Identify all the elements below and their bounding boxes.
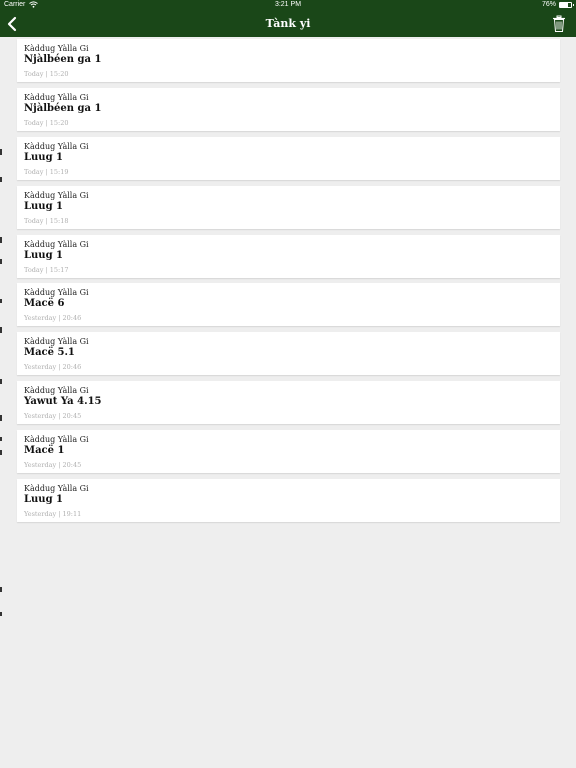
list-item[interactable]: Kàddug Yàlla Gi Macë 1 Yesterday | 20:45	[17, 430, 560, 474]
list-item[interactable]: Kàddug Yàlla Gi Luug 1 Yesterday | 19:11	[17, 479, 560, 523]
timestamp-day: Yesterday	[24, 510, 57, 519]
list-item-source: Kàddug Yàlla Gi	[24, 435, 89, 445]
list-item-reference: Macë 6	[24, 298, 65, 310]
timestamp-day: Yesterday	[24, 314, 57, 323]
list-item-reference: Luug 1	[24, 151, 64, 163]
timestamp-time: 20:46	[62, 314, 82, 323]
timestamp-time: 19:11	[62, 510, 82, 519]
timestamp-time: 15:20	[49, 70, 69, 78]
battery-percent: 76%	[541, 1, 556, 8]
list-item-timestamp: Yesterday | 20:45	[24, 412, 81, 420]
timestamp-time: 15:19	[49, 167, 69, 176]
list-item-source: Kàddug Yàlla Gi	[24, 92, 89, 102]
timestamp-day: Today	[24, 118, 44, 127]
list-item-source: Kàddug Yàlla Gi	[24, 288, 89, 298]
timestamp-day: Today	[24, 70, 44, 78]
list-item-reference: Njàlbéen ga 1	[24, 102, 102, 114]
list-item[interactable]: Kàddug Yàlla Gi Njàlbéen ga 1 Today | 15:2…	[17, 87, 560, 131]
list-item-reference: Njàlbéen ga 1	[24, 54, 102, 65]
list-item[interactable]: Kàddug Yàlla Gi Luug 1 Today | 15:18	[17, 185, 560, 229]
list-item[interactable]: Kàddug Yàlla Gi Macë 5.1 Yesterday | 20:46	[17, 332, 560, 376]
list-item[interactable]: Kàddug Yàlla Gi Macë 6 Yesterday | 20:46	[17, 283, 560, 327]
list-item-reference: Luug 1	[24, 249, 64, 261]
list-item-timestamp: Yesterday | 20:46	[24, 363, 81, 371]
nav-bar: Tànk yi	[0, 11, 576, 37]
timestamp-day: Today	[24, 167, 44, 176]
timestamp-day: Yesterday	[24, 412, 57, 421]
list-item-reference: Luug 1	[24, 494, 64, 506]
list-item-timestamp: Today | 15:19	[24, 168, 69, 176]
list-item-source: Kàddug Yàlla Gi	[24, 386, 89, 396]
list-item-timestamp: Today | 15:20	[24, 119, 69, 127]
timestamp-day: Today	[24, 216, 44, 225]
trash-icon[interactable]	[552, 15, 566, 33]
list-item-source: Kàddug Yàlla Gi	[24, 141, 89, 151]
list-item[interactable]: Kàddug Yàlla Gi Yawut Ya 4.15 Yesterday | …	[17, 381, 560, 425]
battery-nub	[573, 4, 574, 6]
timestamp-time: 15:17	[49, 265, 69, 274]
list-item-source: Kàddug Yàlla Gi	[24, 190, 89, 200]
list-item-timestamp: Yesterday | 20:45	[24, 461, 81, 469]
bookmark-list: Kàddug Yàlla Gi Njàlbéen ga 1 Today | 15:2…	[17, 39, 560, 528]
timestamp-time: 20:46	[62, 363, 82, 372]
status-bar: Carrier 3:21 PM 76%	[0, 0, 576, 11]
list-item-source: Kàddug Yàlla Gi	[24, 239, 89, 249]
timestamp-time: 15:18	[49, 216, 69, 225]
list-item-reference: Luug 1	[24, 200, 64, 212]
list-item-reference: Macë 1	[24, 445, 65, 457]
timestamp-day: Yesterday	[24, 461, 57, 470]
background-page-edge	[0, 37, 3, 768]
list-item[interactable]: Kàddug Yàlla Gi Luug 1 Today | 15:19	[17, 136, 560, 180]
list-item-timestamp: Today | 15:20	[24, 70, 69, 78]
timestamp-time: 15:20	[49, 118, 69, 127]
list-item-source: Kàddug Yàlla Gi	[24, 44, 89, 53]
list-item-timestamp: Yesterday | 20:46	[24, 314, 81, 322]
battery-fill	[560, 3, 569, 7]
list-item[interactable]: Kàddug Yàlla Gi Njàlbéen ga 1 Today | 15:2…	[17, 39, 560, 82]
list-item-reference: Macë 5.1	[24, 347, 75, 359]
timestamp-time: 20:45	[62, 461, 82, 470]
list-item-reference: Yawut Ya 4.15	[24, 396, 102, 408]
timestamp-day: Today	[24, 265, 44, 274]
list-item-source: Kàddug Yàlla Gi	[24, 484, 89, 494]
page-title: Tànk yi	[265, 17, 311, 30]
timestamp-day: Yesterday	[24, 363, 57, 372]
status-time: 3:21 PM	[274, 1, 302, 8]
battery-icon	[559, 2, 572, 8]
list-item-source: Kàddug Yàlla Gi	[24, 337, 89, 347]
list-item[interactable]: Kàddug Yàlla Gi Luug 1 Today | 15:17	[17, 234, 560, 278]
list-item-timestamp: Yesterday | 19:11	[24, 510, 81, 518]
list-item-timestamp: Today | 15:18	[24, 217, 69, 225]
timestamp-time: 20:45	[62, 412, 82, 421]
list-item-timestamp: Today | 15:17	[24, 266, 69, 274]
